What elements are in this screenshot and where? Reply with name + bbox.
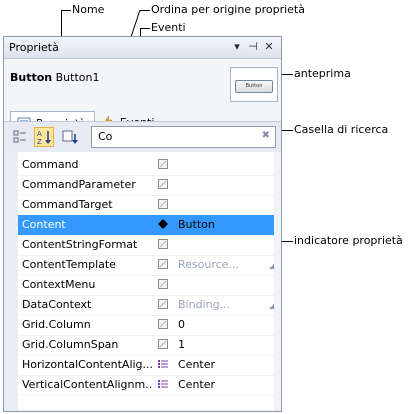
property-value[interactable]: 1 — [178, 338, 185, 351]
property-row[interactable]: ContentStringFormat — [18, 235, 274, 256]
dropdown-arrow-icon[interactable]: ▾ — [231, 40, 243, 53]
property-value[interactable]: Center — [178, 378, 215, 391]
grid-gutter — [4, 152, 18, 410]
properties-panel: Proprietà ▾ ⊣ ✕ Button Button1 Button Pr… — [3, 36, 282, 412]
property-name: DataContext — [22, 298, 92, 311]
search-box[interactable]: Co ✖ — [91, 126, 276, 148]
sort-az-icon: A Z — [37, 130, 51, 146]
object-type: Button — [10, 71, 53, 84]
sort-by-source-button[interactable] — [60, 127, 80, 147]
property-row[interactable]: Grid.Column 0 — [18, 315, 274, 336]
sort-source-icon — [62, 130, 78, 144]
property-row[interactable]: CommandParameter — [18, 175, 274, 196]
property-row[interactable]: HorizontalContentAlig... Center — [18, 355, 274, 376]
property-marker-icon[interactable] — [158, 319, 168, 329]
property-value[interactable]: Binding... — [178, 298, 230, 311]
property-marker-icon[interactable] — [158, 159, 168, 169]
toolbar: A Z Co ✖ — [4, 121, 281, 153]
resource-marker-icon[interactable] — [158, 359, 168, 369]
clear-search-icon[interactable]: ✖ — [262, 130, 270, 141]
scrollbar[interactable] — [274, 152, 281, 410]
pin-icon[interactable]: ⊣ — [247, 40, 259, 53]
property-name: VerticalContentAlignm... — [22, 378, 152, 391]
property-row[interactable]: VerticalContentAlignm... Center — [18, 375, 274, 396]
categorize-button[interactable] — [10, 127, 30, 147]
svg-text:Z: Z — [37, 138, 42, 146]
object-instance-name: Button1 — [55, 71, 100, 84]
property-name: HorizontalContentAlig... — [22, 358, 152, 371]
preview-button: Button — [235, 80, 273, 93]
property-name: Grid.Column — [22, 318, 91, 331]
property-marker-icon[interactable] — [158, 239, 168, 249]
property-row[interactable]: ContentTemplate Resource... — [18, 255, 274, 276]
property-row[interactable]: DataContext Binding... — [18, 295, 274, 316]
resource-marker-icon[interactable] — [158, 379, 168, 389]
property-value[interactable]: Center — [178, 358, 215, 371]
property-value[interactable]: Resource... — [178, 258, 239, 271]
property-row[interactable]: Command — [18, 155, 274, 176]
close-icon[interactable]: ✕ — [263, 40, 275, 53]
property-name: CommandParameter — [22, 178, 136, 191]
property-name: Command — [22, 158, 79, 171]
property-marker-icon[interactable] — [158, 179, 168, 189]
property-name: ContentTemplate — [22, 258, 116, 271]
property-name: Grid.ColumnSpan — [22, 338, 119, 351]
preview-thumbnail: Button — [230, 67, 278, 102]
property-marker-icon[interactable] — [158, 299, 168, 309]
property-marker-icon[interactable] — [158, 199, 168, 209]
property-marker-icon[interactable] — [158, 339, 168, 349]
property-grid: Command CommandParameter CommandTarget Cont… — [4, 152, 281, 410]
property-name: ContextMenu — [22, 278, 96, 291]
panel-title: Proprietà — [9, 41, 59, 54]
local-value-marker-icon[interactable] — [158, 219, 168, 229]
object-name: Button Button1 — [10, 71, 99, 84]
property-row[interactable]: CommandTarget — [18, 195, 274, 216]
property-marker-icon[interactable] — [158, 279, 168, 289]
property-marker-icon[interactable] — [158, 259, 168, 269]
sort-alpha-button[interactable]: A Z — [34, 127, 54, 147]
property-name: CommandTarget — [22, 198, 113, 211]
categorize-icon — [13, 130, 26, 143]
property-name: ContentStringFormat — [22, 238, 138, 251]
property-value[interactable]: Button — [178, 218, 215, 231]
property-row[interactable]: ContextMenu — [18, 275, 274, 296]
property-row[interactable]: Grid.ColumnSpan 1 — [18, 335, 274, 356]
svg-text:A: A — [37, 130, 42, 138]
panel-titlebar: Proprietà ▾ ⊣ ✕ — [4, 37, 281, 59]
search-input[interactable]: Co — [98, 130, 112, 143]
property-name: Content — [22, 218, 66, 231]
object-header: Button Button1 Button Proprietà Eventi — [4, 59, 281, 134]
property-value[interactable]: 0 — [178, 318, 185, 331]
property-row[interactable]: Content Button — [18, 215, 274, 236]
